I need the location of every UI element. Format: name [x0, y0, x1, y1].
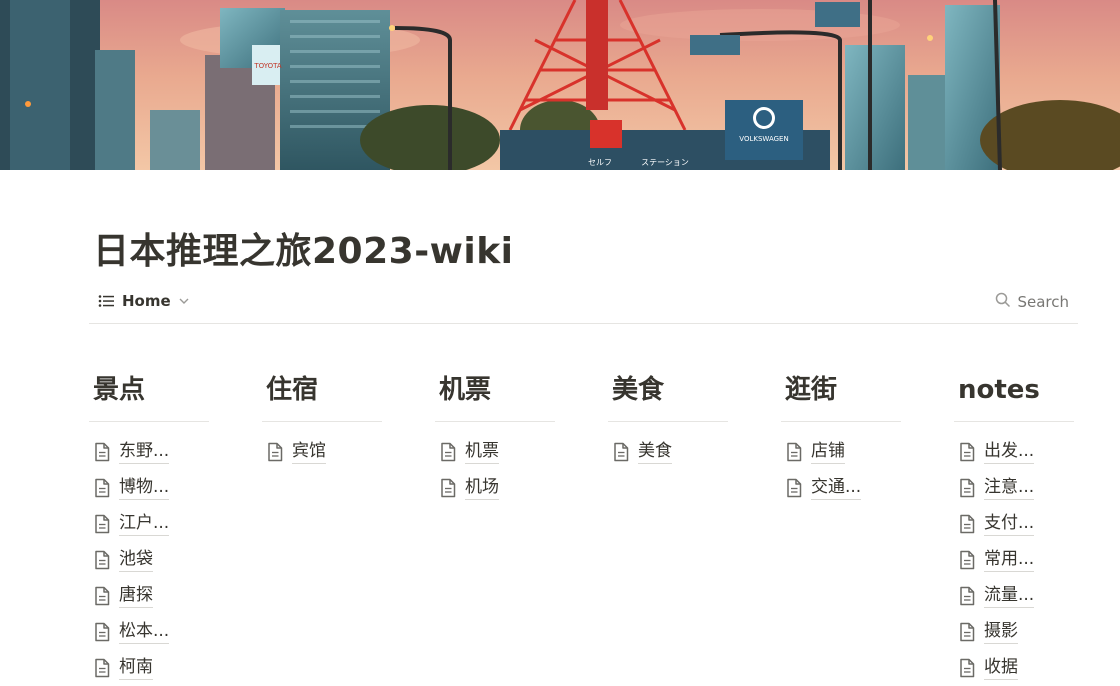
column-divider — [262, 421, 382, 422]
search-button[interactable]: Search — [995, 292, 1069, 312]
page-link-label: 常用... — [984, 549, 1035, 572]
column-title: 机票 — [439, 375, 492, 405]
column-divider — [89, 421, 209, 422]
chevron-down-icon[interactable] — [179, 298, 189, 304]
column-items: 出发... 注意... 支付... 常用... 流量... 摄影收据 — [954, 434, 1074, 686]
cover-sign-station: ステーション — [641, 158, 689, 167]
page-link[interactable]: 常用... — [954, 542, 1074, 578]
page-link[interactable]: 唐探 — [89, 578, 209, 614]
page-link[interactable]: 池袋 — [89, 542, 209, 578]
page-link-label: 博物... — [119, 477, 170, 500]
document-icon — [612, 442, 630, 462]
board-column: 美食 美食 — [608, 372, 728, 470]
column-items: 店铺交通... — [781, 434, 901, 506]
page-link[interactable]: 机票 — [435, 434, 555, 470]
view-toolbar: Home Search — [89, 286, 1078, 324]
page-link-label: 唐探 — [119, 585, 153, 608]
document-icon — [93, 478, 111, 498]
list-icon — [98, 294, 114, 308]
page-link-label: 店铺 — [811, 441, 845, 464]
document-icon — [93, 514, 111, 534]
page-link-label: 支付... — [984, 513, 1035, 536]
cover-sign-brand: VOLKSWAGEN — [739, 135, 788, 143]
search-icon — [995, 292, 1011, 312]
document-icon — [958, 478, 976, 498]
page-link-label: 柯南 — [119, 657, 153, 680]
column-divider — [954, 421, 1074, 422]
page-link-label: 池袋 — [119, 549, 153, 572]
column-title: 逛街 — [785, 375, 838, 405]
search-label: Search — [1017, 293, 1069, 311]
page-link-label: 摄影 — [984, 621, 1018, 644]
document-icon — [93, 550, 111, 570]
document-icon — [93, 622, 111, 642]
board-column: 景点东野... 博物... 江户... 池袋唐探松本... 柯南 — [89, 372, 209, 686]
page-link-label: 注意... — [984, 477, 1035, 500]
page-link[interactable]: 美食 — [608, 434, 728, 470]
page-link-label: 流量... — [984, 585, 1035, 608]
page-link-label: 交通... — [811, 477, 862, 500]
page-link-label: 东野... — [119, 441, 170, 464]
view-tab-label: Home — [122, 292, 171, 310]
page-link-label: 机场 — [465, 477, 499, 500]
column-items: 机票 机场 — [435, 434, 555, 506]
column-divider — [435, 421, 555, 422]
page-link[interactable]: 江户... — [89, 506, 209, 542]
page-link-label: 收据 — [984, 657, 1018, 680]
cover-image: VOLKSWAGEN セルフ ステーション TOYOTA — [0, 0, 1120, 170]
document-icon — [93, 658, 111, 678]
column-items: 美食 — [608, 434, 728, 470]
column-title: 住宿 — [266, 375, 319, 405]
page-link[interactable]: 机场 — [435, 470, 555, 506]
page-link-label: 出发... — [984, 441, 1035, 464]
cover-sign-shop: セルフ — [588, 158, 612, 167]
column-title: 景点 — [93, 375, 146, 405]
page-link[interactable]: 宾馆 — [262, 434, 382, 470]
column-title: 美食 — [612, 375, 665, 405]
page-link[interactable]: 柯南 — [89, 650, 209, 686]
board-column: notes 出发... 注意... 支付... 常用... 流量... 摄影收据 — [954, 372, 1074, 686]
page-link-label: 江户... — [119, 513, 170, 536]
document-icon — [785, 442, 803, 462]
document-icon — [93, 442, 111, 462]
page-link[interactable]: 博物... — [89, 470, 209, 506]
page-link[interactable]: 流量... — [954, 578, 1074, 614]
column-title: notes — [958, 375, 1040, 405]
page-link-label: 松本... — [119, 621, 170, 644]
document-icon — [958, 658, 976, 678]
page-title: 日本推理之旅2023-wiki — [93, 231, 514, 272]
document-icon — [439, 478, 457, 498]
page-link[interactable]: 出发... — [954, 434, 1074, 470]
page-link-label: 美食 — [638, 441, 672, 464]
document-icon — [958, 514, 976, 534]
column-items: 宾馆 — [262, 434, 382, 470]
board-column: 机票 机票 机场 — [435, 372, 555, 506]
column-items: 东野... 博物... 江户... 池袋唐探松本... 柯南 — [89, 434, 209, 686]
view-tab-home[interactable]: Home — [98, 292, 189, 310]
page-link[interactable]: 松本... — [89, 614, 209, 650]
document-icon — [785, 478, 803, 498]
page-link[interactable]: 支付... — [954, 506, 1074, 542]
document-icon — [958, 622, 976, 642]
document-icon — [958, 586, 976, 606]
document-icon — [266, 442, 284, 462]
document-icon — [958, 550, 976, 570]
column-divider — [608, 421, 728, 422]
cover-sign-tower: TOYOTA — [253, 62, 282, 70]
column-divider — [781, 421, 901, 422]
document-icon — [958, 442, 976, 462]
page-link[interactable]: 交通... — [781, 470, 901, 506]
board-column: 住宿宾馆 — [262, 372, 382, 470]
document-icon — [93, 586, 111, 606]
board-column: 逛街店铺交通... — [781, 372, 901, 506]
document-icon — [439, 442, 457, 462]
page-link[interactable]: 摄影 — [954, 614, 1074, 650]
page-link[interactable]: 注意... — [954, 470, 1074, 506]
page-link[interactable]: 店铺 — [781, 434, 901, 470]
page-link-label: 机票 — [465, 441, 499, 464]
page-link-label: 宾馆 — [292, 441, 326, 464]
page-link[interactable]: 收据 — [954, 650, 1074, 686]
page-link[interactable]: 东野... — [89, 434, 209, 470]
